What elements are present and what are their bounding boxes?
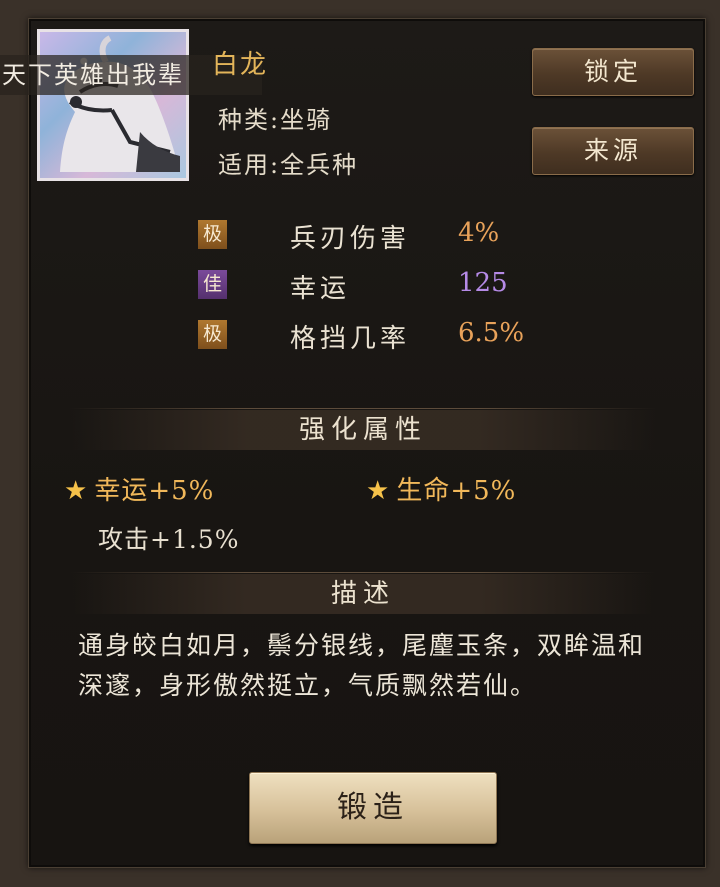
enhance-bonus: ★ 幸运+5% — [64, 470, 214, 507]
attribute-label: 格挡几率 — [290, 324, 411, 354]
item-description: 通身皎白如月，鬃分银线，尾麈玉条，双眸温和深邃，身形傲然挺立，气质飘然若仙。 — [78, 631, 646, 700]
attribute-row: 极 格挡几率 6.5% — [198, 318, 638, 354]
grade-badge: 佳 — [198, 270, 227, 299]
source-button[interactable]: 来源 — [532, 127, 694, 175]
banner-text: 天下英雄出我辈 — [2, 61, 184, 89]
divider — [70, 408, 656, 409]
item-usage: 适用:全兵种 — [218, 151, 359, 179]
forge-button[interactable]: 锻造 — [249, 772, 497, 844]
description-section-title: 描述 — [70, 574, 656, 614]
attribute-value: 6.5% — [458, 318, 525, 348]
enhance-section-title: 强化属性 — [70, 410, 656, 450]
item-name: 白龙 — [212, 50, 269, 80]
grade-badge: 极 — [198, 220, 227, 249]
bonus-text: 生命+5% — [396, 476, 517, 506]
lock-button[interactable]: 锁定 — [532, 48, 694, 96]
attribute-row: 极 兵刃伤害 4% — [198, 218, 638, 254]
divider — [70, 572, 656, 573]
attribute-label: 幸运 — [290, 274, 351, 304]
star-icon: ★ — [64, 476, 89, 506]
grade-badge: 极 — [198, 320, 227, 349]
attribute-label: 兵刃伤害 — [290, 224, 411, 254]
enhance-extra: 攻击+1.5% — [98, 525, 240, 554]
star-icon: ★ — [366, 476, 391, 506]
white-horse-portrait-icon — [37, 29, 189, 181]
attribute-value: 125 — [458, 268, 508, 298]
item-type: 种类:坐骑 — [218, 106, 333, 134]
enhance-bonus: ★ 生命+5% — [366, 470, 516, 507]
bonus-text: 幸运+5% — [94, 476, 215, 506]
attribute-value: 4% — [458, 218, 500, 248]
attribute-row: 佳 幸运 125 — [198, 268, 638, 304]
